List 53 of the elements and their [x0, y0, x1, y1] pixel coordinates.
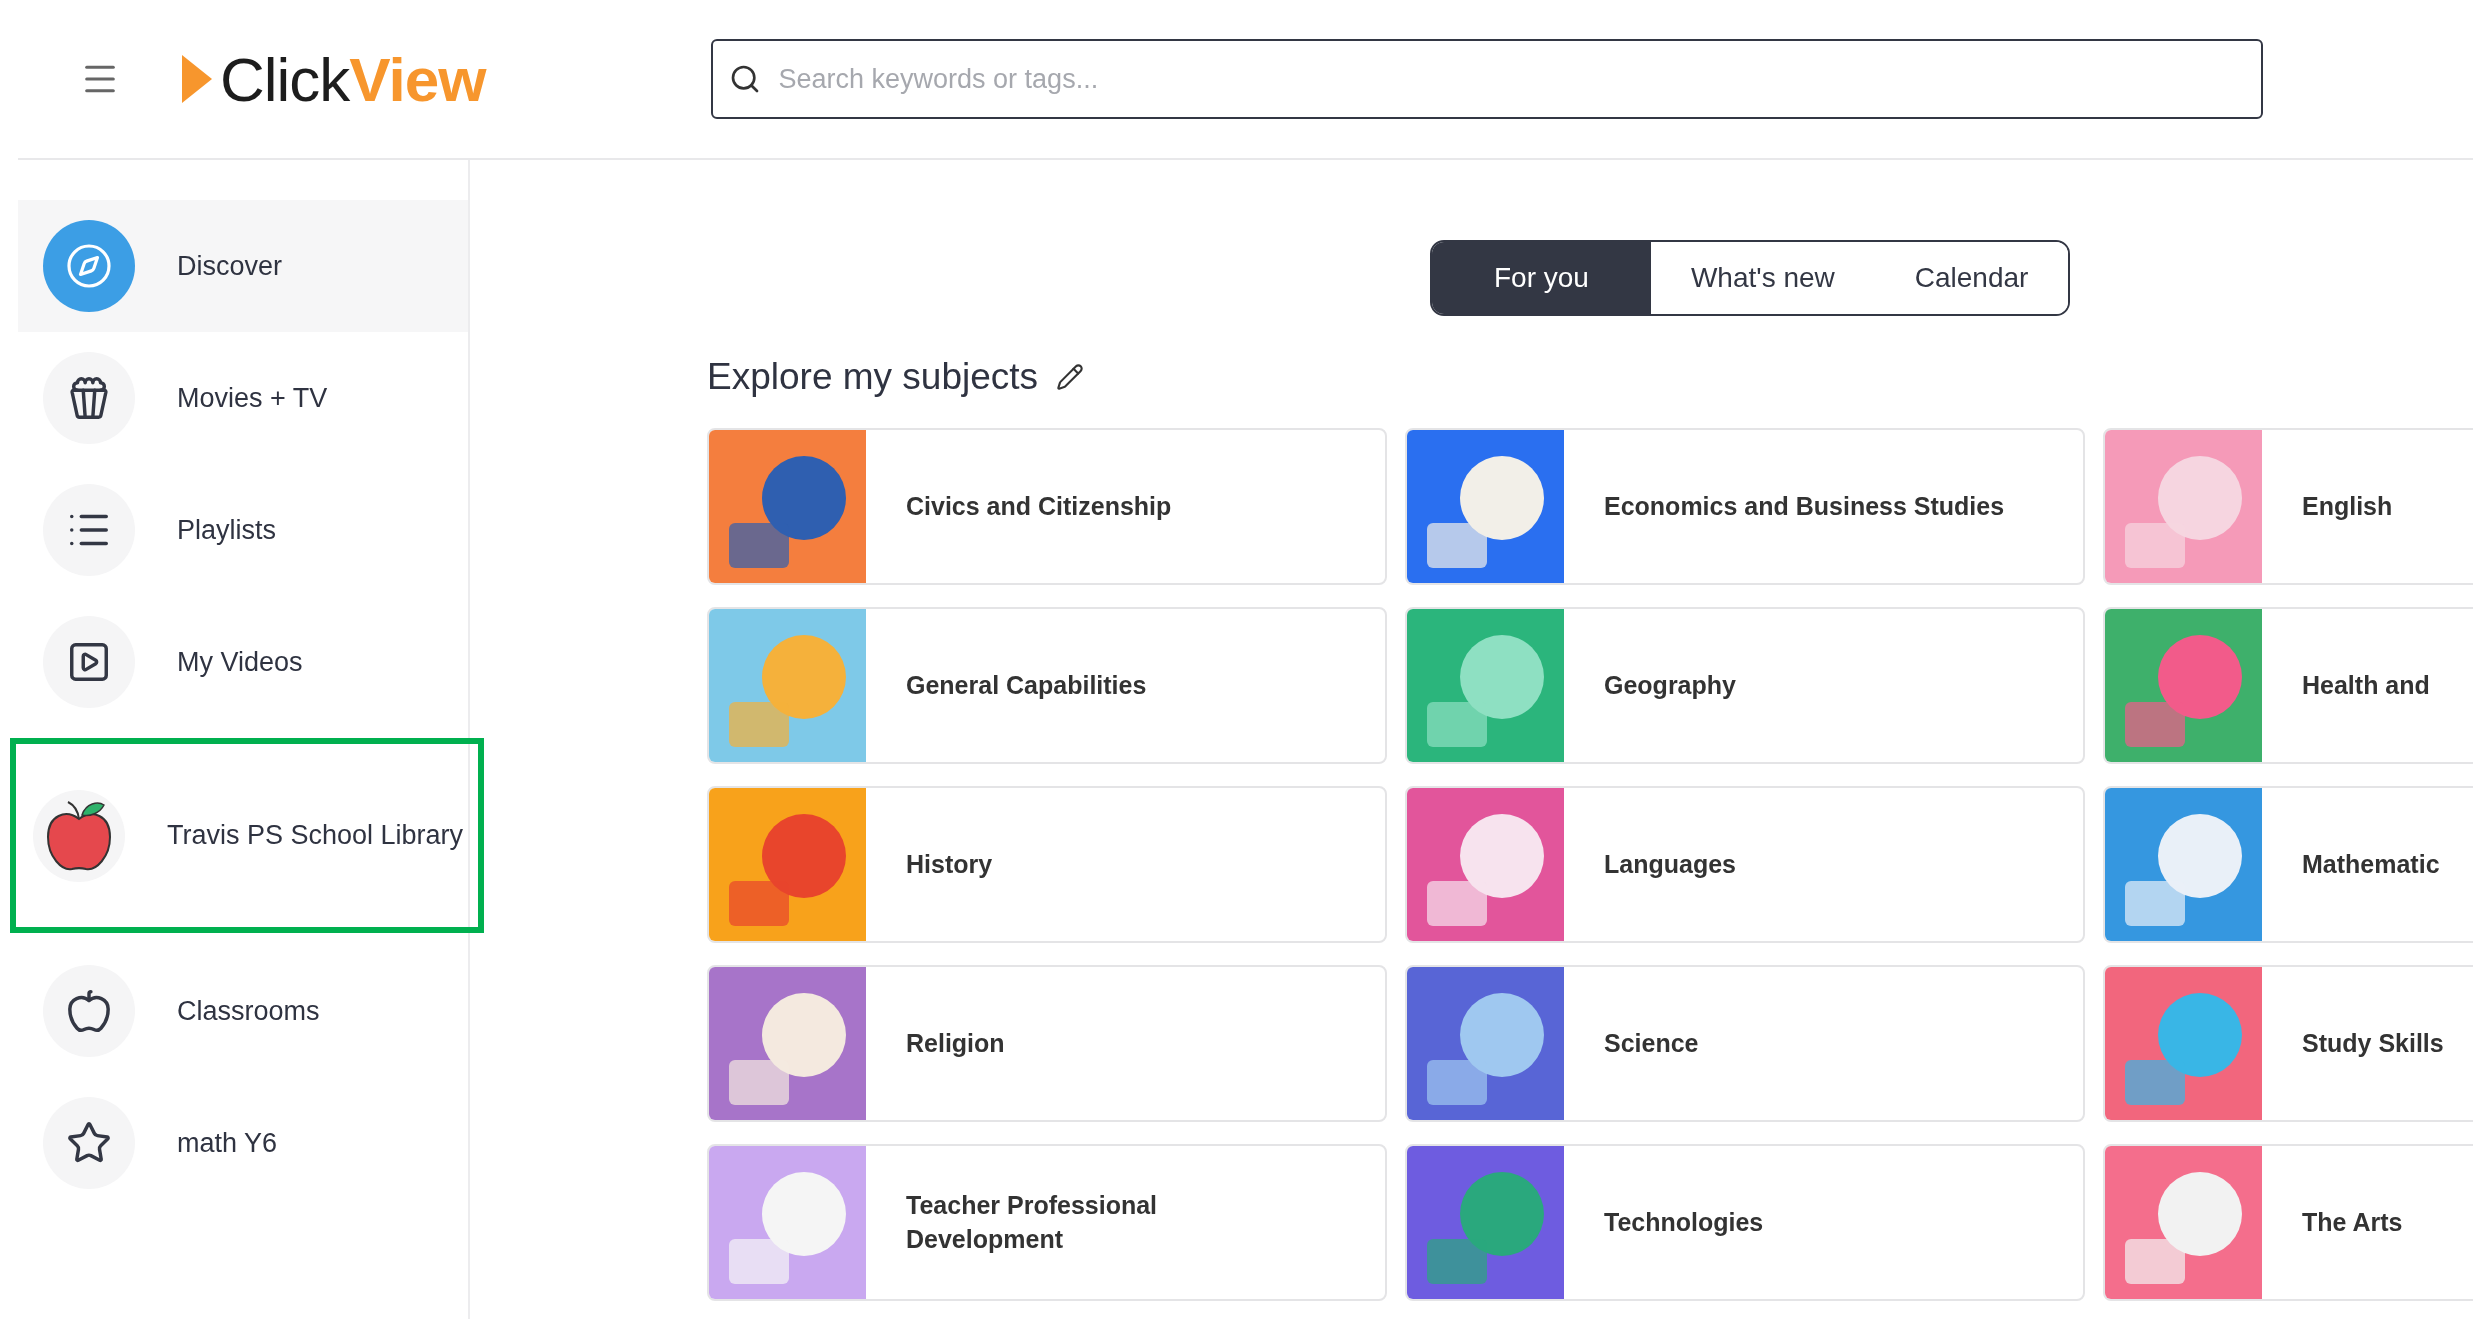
subject-card[interactable]: Languages — [1405, 786, 2085, 943]
subject-title: Teacher Professional Development — [906, 1189, 1159, 1255]
subject-card[interactable]: English — [2103, 428, 2473, 585]
subject-title: Economics and Business Studies — [1604, 490, 2006, 522]
sidebar-item[interactable]: Movies + TV — [18, 332, 468, 464]
sidebar-label: math Y6 — [177, 1127, 278, 1159]
sidebar-item[interactable]: My Videos — [18, 596, 468, 728]
subject-title: Languages — [1604, 848, 1737, 880]
subject-card[interactable]: Geography — [1405, 607, 2085, 764]
sidebar-item[interactable]: math Y6 — [18, 1077, 468, 1209]
subject-card[interactable]: General Capabilities — [707, 607, 1387, 764]
subject-title: Study Skills — [2302, 1027, 2445, 1059]
search-field[interactable]: Search keywords or tags... — [710, 39, 2263, 119]
sidebar-label: Classrooms — [177, 995, 320, 1027]
subject-title: History — [906, 848, 994, 880]
subject-card[interactable]: Religion — [707, 965, 1387, 1122]
subject-card[interactable]: Technologies — [1405, 1144, 2085, 1301]
subject-title: Religion — [906, 1027, 1006, 1059]
subject-card[interactable]: Teacher Professional Development — [707, 1144, 1387, 1301]
subject-card[interactable]: Science — [1405, 965, 2085, 1122]
sidebar-item[interactable]: Playlists — [18, 464, 468, 596]
apple-icon — [66, 988, 112, 1034]
subject-title: Geography — [1604, 669, 1737, 701]
logo-wordmark: ClickView — [220, 43, 486, 115]
edit-button[interactable] — [1056, 363, 1085, 391]
subject-title: The Arts — [2302, 1206, 2404, 1238]
subject-card[interactable]: Health and — [2103, 607, 2473, 764]
section-title: Explore my subjects — [707, 356, 1039, 398]
subject-title: Health and — [2302, 669, 2431, 701]
subject-card[interactable]: Study Skills — [2103, 965, 2473, 1122]
play-triangle-icon — [182, 55, 212, 103]
subject-title: Mathematic — [2302, 848, 2441, 880]
subject-card[interactable]: The Arts — [2103, 1144, 2473, 1301]
sidebar-item[interactable]: Travis PS School Library — [10, 738, 484, 933]
subject-title: Civics and Citizenship — [906, 490, 1173, 522]
sidebar-label: Playlists — [177, 514, 277, 546]
tab[interactable]: For you — [1432, 242, 1651, 314]
sidebar-label: Movies + TV — [177, 382, 328, 414]
subject-title: English — [2302, 490, 2394, 522]
sidebar-item[interactable]: Classrooms — [18, 945, 468, 1077]
subject-title: General Capabilities — [906, 669, 1148, 701]
subject-card[interactable]: Mathematic — [2103, 786, 2473, 943]
subject-card[interactable]: History — [707, 786, 1387, 943]
subject-title: Science — [1604, 1027, 1700, 1059]
sidebar-item[interactable]: Discover — [18, 200, 468, 332]
sidebar-label: Discover — [177, 250, 283, 282]
compass-icon — [65, 242, 113, 290]
apple-icon — [44, 798, 114, 873]
subject-card[interactable]: Civics and Citizenship — [707, 428, 1387, 585]
sidebar-label: Travis PS School Library — [167, 820, 464, 851]
subject-card[interactable]: Economics and Business Studies — [1405, 428, 2085, 585]
sidebar-label: My Videos — [177, 646, 303, 678]
subject-title: Technologies — [1604, 1206, 1765, 1238]
